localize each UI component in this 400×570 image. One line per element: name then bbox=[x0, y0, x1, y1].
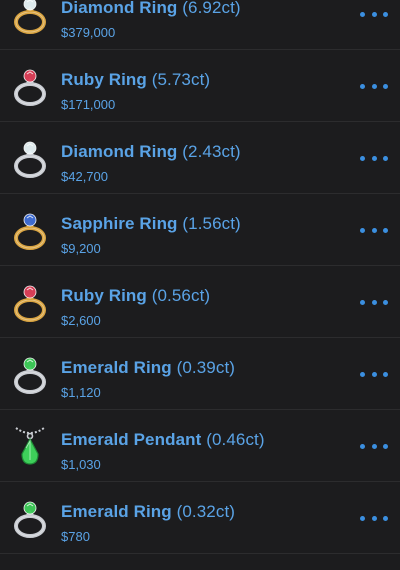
item-title: Ruby Ring (5.73ct) bbox=[61, 70, 210, 90]
list-item[interactable]: Diamond Ring (6.92ct) $379,000 bbox=[0, 0, 400, 50]
item-title: Sapphire Ring (1.56ct) bbox=[61, 214, 241, 234]
list-item[interactable]: Emerald Ring (0.32ct) $780 bbox=[0, 482, 400, 554]
list-item[interactable]: Sapphire Ring (1.56ct) $9,200 bbox=[0, 194, 400, 266]
more-horizontal-icon bbox=[360, 515, 365, 521]
list-item[interactable]: Emerald Pendant (0.46ct) $1,030 bbox=[0, 410, 400, 482]
item-title: Diamond Ring (2.43ct) bbox=[61, 142, 241, 162]
item-title: Emerald Ring (0.39ct) bbox=[61, 358, 235, 378]
emerald-ring-silver-icon bbox=[10, 352, 50, 398]
more-options-button[interactable] bbox=[360, 146, 388, 170]
item-weight: (0.56ct) bbox=[151, 286, 211, 305]
item-price: $780 bbox=[61, 529, 90, 544]
item-price: $1,030 bbox=[61, 457, 101, 472]
item-name: Emerald Pendant bbox=[61, 430, 202, 449]
item-weight: (5.73ct) bbox=[151, 70, 211, 89]
item-weight: (1.56ct) bbox=[182, 214, 241, 233]
more-options-button[interactable] bbox=[360, 2, 388, 26]
more-horizontal-icon bbox=[360, 83, 365, 89]
more-options-button[interactable] bbox=[360, 218, 388, 242]
list-item[interactable]: Emerald Ring (0.39ct) $1,120 bbox=[0, 338, 400, 410]
item-weight: (6.92ct) bbox=[182, 0, 241, 17]
item-price: $2,600 bbox=[61, 313, 101, 328]
item-name: Ruby Ring bbox=[61, 286, 147, 305]
jewelry-list: Diamond Ring (6.92ct) $379,000 Ruby Ring… bbox=[0, 0, 400, 554]
item-name: Sapphire Ring bbox=[61, 214, 178, 233]
list-item[interactable]: Ruby Ring (0.56ct) $2,600 bbox=[0, 266, 400, 338]
item-price: $379,000 bbox=[61, 25, 116, 40]
emerald-ring-silver-icon bbox=[10, 496, 50, 542]
more-options-button[interactable] bbox=[360, 506, 388, 530]
list-item[interactable]: Ruby Ring (5.73ct) $171,000 bbox=[0, 50, 400, 122]
item-title: Emerald Ring (0.32ct) bbox=[61, 502, 235, 522]
more-horizontal-icon bbox=[360, 443, 365, 449]
sapphire-ring-gold-icon bbox=[10, 208, 50, 254]
item-name: Ruby Ring bbox=[61, 70, 147, 89]
more-horizontal-icon bbox=[360, 227, 365, 233]
item-name: Emerald Ring bbox=[61, 502, 172, 521]
item-name: Emerald Ring bbox=[61, 358, 172, 377]
more-horizontal-icon bbox=[360, 371, 365, 377]
item-price: $171,000 bbox=[61, 97, 116, 112]
more-options-button[interactable] bbox=[360, 290, 388, 314]
item-name: Diamond Ring bbox=[61, 0, 178, 17]
item-weight: (0.46ct) bbox=[206, 430, 265, 449]
ruby-ring-gold-icon bbox=[10, 280, 50, 326]
item-price: $9,200 bbox=[61, 241, 101, 256]
item-price: $42,700 bbox=[61, 169, 108, 184]
diamond-ring-silver-icon bbox=[10, 136, 50, 182]
more-horizontal-icon bbox=[360, 155, 365, 161]
more-horizontal-icon bbox=[360, 11, 365, 17]
item-title: Emerald Pendant (0.46ct) bbox=[61, 430, 265, 450]
ruby-ring-silver-icon bbox=[10, 64, 50, 110]
more-options-button[interactable] bbox=[360, 362, 388, 386]
item-weight: (0.32ct) bbox=[176, 502, 236, 521]
item-price: $1,120 bbox=[61, 385, 101, 400]
emerald-pendant-icon bbox=[10, 424, 50, 470]
list-item[interactable]: Diamond Ring (2.43ct) $42,700 bbox=[0, 122, 400, 194]
more-horizontal-icon bbox=[360, 299, 365, 305]
more-options-button[interactable] bbox=[360, 434, 388, 458]
item-title: Diamond Ring (6.92ct) bbox=[61, 0, 241, 18]
item-name: Diamond Ring bbox=[61, 142, 178, 161]
item-title: Ruby Ring (0.56ct) bbox=[61, 286, 210, 306]
item-weight: (0.39ct) bbox=[176, 358, 236, 377]
item-weight: (2.43ct) bbox=[182, 142, 241, 161]
diamond-ring-gold-icon bbox=[10, 0, 50, 38]
more-options-button[interactable] bbox=[360, 74, 388, 98]
